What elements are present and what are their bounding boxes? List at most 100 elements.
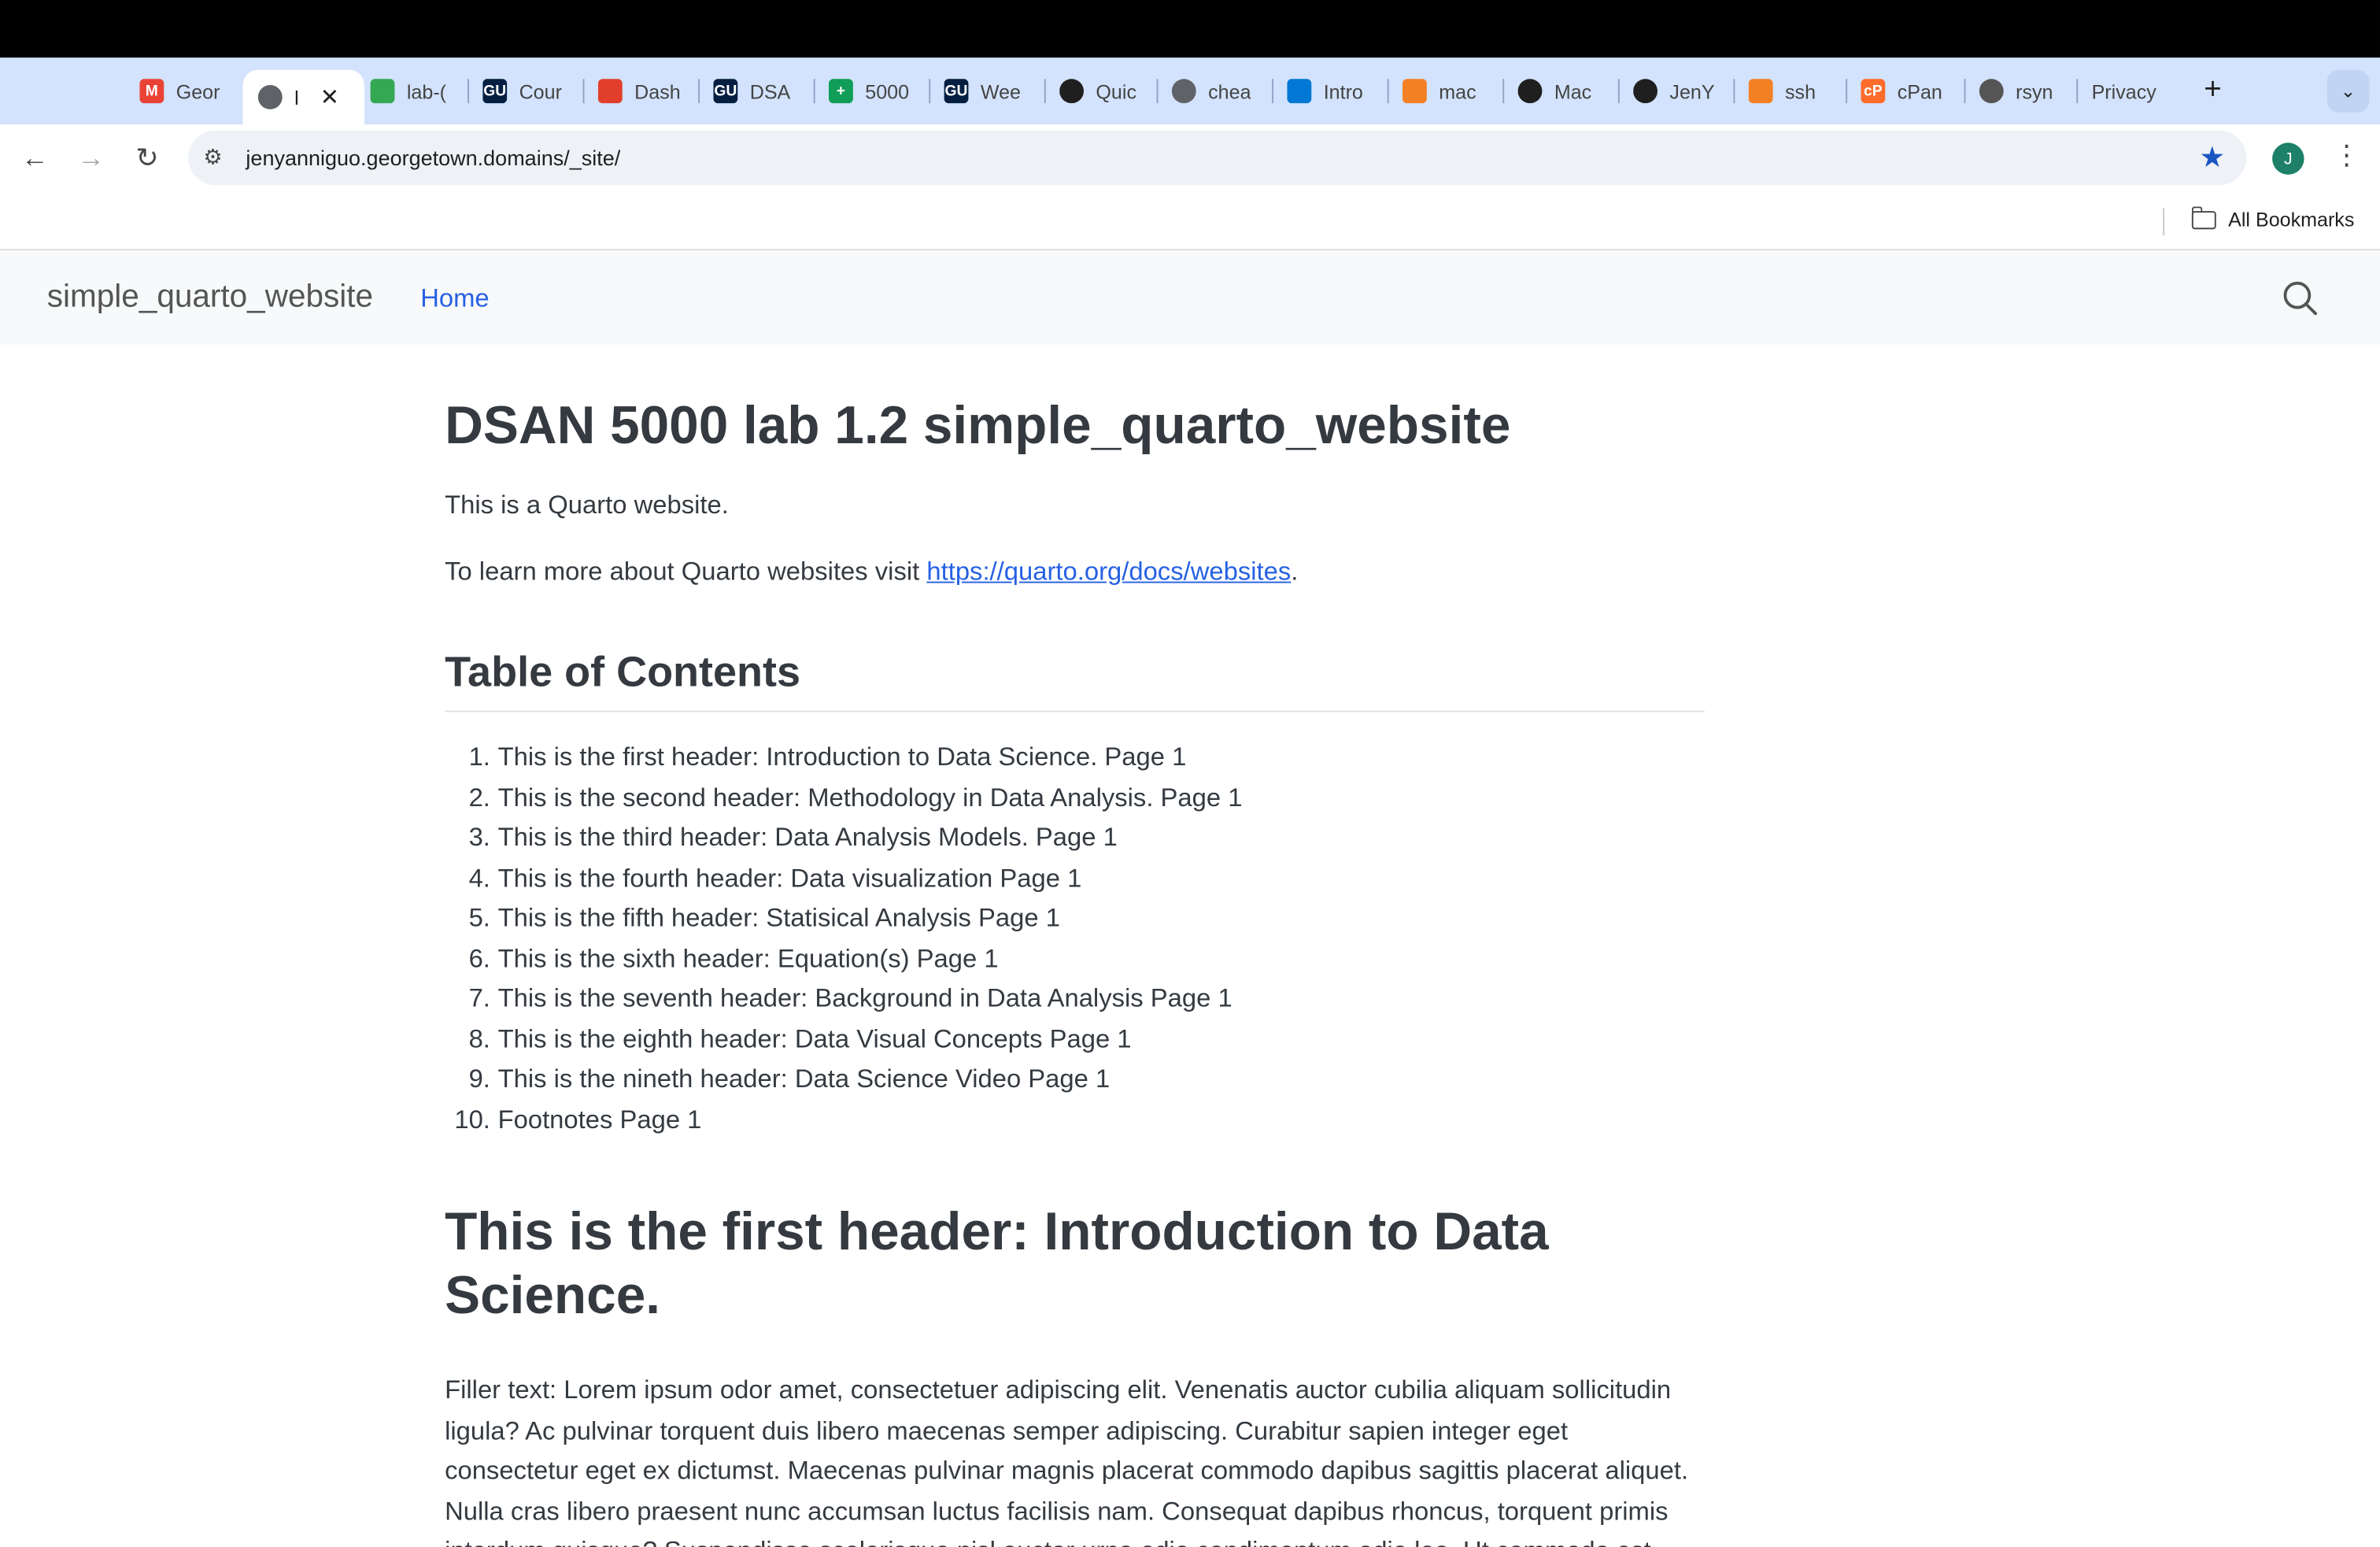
- toc-item-text: This is the second header: Methodology i…: [497, 783, 1243, 812]
- browser-tab[interactable]: Dash: [597, 70, 683, 113]
- reload-icon: ↻: [135, 142, 159, 172]
- arrow-left-icon: ←: [20, 142, 49, 172]
- browser-tab[interactable]: rsyn: [1979, 70, 2064, 113]
- toc-item: 9. This is the nineth header: Data Scienc…: [445, 1060, 1705, 1100]
- vscode-icon: [1287, 79, 1312, 104]
- browser-tab[interactable]: +5000: [828, 70, 914, 113]
- tab-separator: [1387, 79, 1389, 104]
- toc-item-text: This is the third header: Data Analysis …: [497, 823, 1118, 852]
- tab-separator: [2076, 79, 2079, 104]
- georgetown-icon: GU: [944, 79, 969, 104]
- georgetown-icon: GU: [713, 79, 738, 104]
- browser-menu-icon[interactable]: ⋮: [2333, 139, 2360, 171]
- browser-tab[interactable]: Privacy: [2092, 70, 2192, 113]
- arrow-right-icon: →: [77, 142, 105, 172]
- tab-title: Quic: [1096, 80, 1136, 103]
- tab-title: JenY: [1669, 80, 1715, 103]
- toc-item: 1. This is the first header: Introduction…: [445, 738, 1705, 778]
- github-icon: [1517, 79, 1543, 104]
- browser-tab[interactable]: Quic: [1059, 70, 1144, 113]
- url-text[interactable]: jenyanniguo.georgetown.domains/_site/: [246, 146, 620, 170]
- tab-title: Cour: [519, 80, 562, 103]
- tab-separator: [1733, 79, 1735, 104]
- tab-separator: [1156, 79, 1159, 104]
- toc-item-number: 9.: [468, 1064, 490, 1094]
- tab-separator: [1272, 79, 1274, 104]
- apple-icon: [1979, 79, 2004, 104]
- site-info-icon[interactable]: ⚙: [203, 144, 222, 170]
- browser-tab[interactable]: lab-(: [370, 70, 456, 113]
- reload-button[interactable]: ↻: [129, 139, 165, 176]
- site-brand[interactable]: simple_quarto_website: [47, 279, 373, 316]
- tab-title: Wee: [980, 80, 1021, 103]
- cpanel-icon: cP: [1861, 79, 1886, 104]
- browser-tab[interactable]: Intro: [1287, 70, 1372, 113]
- tab-title: rsyn: [2016, 80, 2053, 103]
- toc-item-number: 10.: [454, 1105, 490, 1134]
- github-icon: [1059, 79, 1084, 104]
- tab-title: ssh: [1784, 80, 1816, 103]
- toc-item-number: 5.: [468, 903, 490, 933]
- toc-item-number: 1.: [468, 742, 490, 772]
- toc-item: 4. This is the fourth header: Data visual…: [445, 859, 1705, 899]
- browser-tab[interactable]: GU Cour: [482, 70, 567, 113]
- browser-tab[interactable]: Mac: [1517, 70, 1603, 113]
- globe-icon: [257, 84, 283, 109]
- github-icon: [1633, 79, 1658, 104]
- google-drive-icon: [370, 79, 395, 104]
- all-bookmarks-label: All Bookmarks: [2228, 208, 2355, 231]
- tab-title: Intro: [1323, 80, 1363, 103]
- toc-item-number: 2.: [468, 783, 490, 812]
- tab-separator: [1964, 79, 1966, 104]
- browser-tab[interactable]: ssh: [1748, 70, 1834, 113]
- browser-tab[interactable]: mac: [1402, 70, 1488, 113]
- tab-title: chea: [1208, 80, 1251, 103]
- stackoverflow-icon: [1402, 79, 1427, 104]
- folder-icon: [2190, 205, 2216, 229]
- toc-item-text: This is the eighth header: Data Visual C…: [497, 1023, 1132, 1053]
- tab-separator: [582, 79, 585, 104]
- new-tab-button[interactable]: +: [2204, 73, 2222, 108]
- search-icon[interactable]: [2282, 279, 2318, 316]
- main-content: DSAN 5000 lab 1.2 simple_quarto_website …: [445, 345, 1705, 1547]
- toc-item-number: 7.: [468, 983, 490, 1013]
- browser-toolbar: ← → ↻ ⚙ jenyanniguo.georgetown.domains/_…: [0, 124, 2380, 191]
- tab-separator: [467, 79, 469, 104]
- tab-search-button[interactable]: ⌄: [2326, 69, 2370, 113]
- learn-more-text: To learn more about Quarto websites visi…: [445, 553, 1705, 592]
- chevron-down-icon: ⌄: [2340, 80, 2356, 102]
- address-bar[interactable]: ⚙ jenyanniguo.georgetown.domains/_site/ …: [188, 130, 2247, 186]
- back-button[interactable]: ←: [17, 139, 53, 176]
- all-bookmarks-button[interactable]: All Bookmarks: [2190, 205, 2355, 231]
- browser-tab[interactable]: GU Wee: [944, 70, 1029, 113]
- toc-item-number: 3.: [468, 823, 490, 852]
- tab-separator: [698, 79, 700, 104]
- globe-icon: [1171, 79, 1196, 104]
- browser-tab[interactable]: M Geor: [139, 70, 224, 113]
- learn-more-prefix: To learn more about Quarto websites visi…: [445, 557, 927, 587]
- close-tab-icon[interactable]: ✕: [320, 83, 339, 111]
- toc-item: 8. This is the eighth header: Data Visual…: [445, 1020, 1705, 1060]
- browser-tab[interactable]: l ✕: [242, 69, 364, 125]
- toc-item-text: This is the seventh header: Background i…: [497, 983, 1232, 1013]
- page-title: DSAN 5000 lab 1.2 simple_quarto_website: [445, 396, 1511, 456]
- tab-separator: [929, 79, 931, 104]
- tab-title: mac: [1439, 80, 1476, 103]
- tab-title: Dash: [634, 80, 681, 103]
- browser-tab[interactable]: GU DSA: [713, 70, 798, 113]
- tab-title: DSA: [749, 80, 791, 103]
- browser-tab[interactable]: JenY: [1633, 70, 1718, 113]
- bookmark-star-icon[interactable]: ★: [2199, 141, 2225, 176]
- browser-tab[interactable]: cP cPan: [1861, 70, 1946, 113]
- os-menu-bar: [0, 0, 2380, 58]
- toc-item-text: This is the fourth header: Data visualiz…: [497, 863, 1082, 893]
- nav-home-link[interactable]: Home: [420, 284, 489, 315]
- canvas-icon: [597, 79, 623, 104]
- section-heading: This is the first header: Introduction t…: [445, 1202, 1549, 1326]
- tab-title: 5000: [865, 80, 910, 103]
- forward-button[interactable]: →: [73, 139, 109, 176]
- profile-avatar[interactable]: J: [2272, 142, 2304, 175]
- browser-tab[interactable]: chea: [1171, 70, 1257, 113]
- quarto-docs-link[interactable]: https://quarto.org/docs/websites: [926, 557, 1291, 587]
- tab-separator: [1502, 79, 1505, 104]
